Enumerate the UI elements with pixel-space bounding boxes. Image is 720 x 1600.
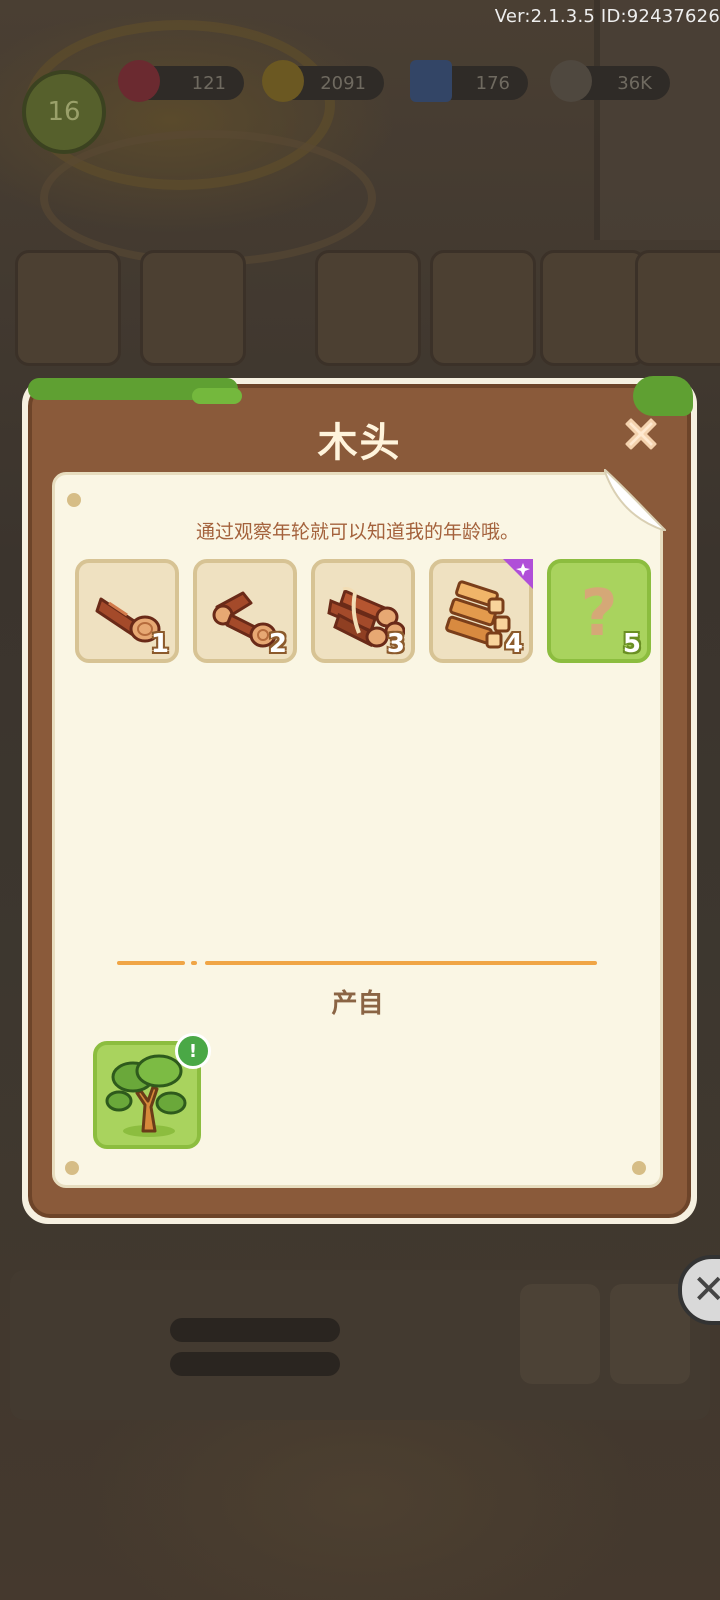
source-section-label: 产自 — [331, 989, 384, 1019]
item-slot-level-1[interactable]: 1 — [75, 559, 179, 663]
grass-decoration — [192, 388, 242, 404]
gem-value: 121 — [191, 72, 226, 94]
coin-counter[interactable]: 2091 — [262, 60, 384, 102]
close-button[interactable] — [613, 406, 669, 462]
gem-icon — [118, 60, 160, 102]
item-slot-level-3[interactable]: 3 — [311, 559, 415, 663]
dialog-title: 木头 — [317, 420, 402, 466]
background-warehouse-button — [520, 1284, 600, 1384]
background-card — [540, 250, 646, 366]
close-icon — [625, 418, 657, 450]
version-label: Ver:2.1.3.5 ID:92437626 — [494, 6, 720, 27]
seed-counter[interactable]: 36K — [550, 60, 670, 102]
background-card — [430, 250, 536, 366]
pin-icon — [65, 1161, 79, 1175]
background-card — [15, 250, 121, 366]
background-progress-bar — [170, 1318, 340, 1342]
coin-value: 2091 — [320, 72, 366, 94]
background-card — [635, 250, 720, 366]
energy-value: 176 — [475, 72, 510, 94]
item-level-number: 3 — [386, 629, 405, 659]
item-level-number: 5 — [622, 629, 641, 659]
pin-icon — [632, 1161, 646, 1175]
item-level-number: 4 — [504, 629, 523, 659]
background-card — [140, 250, 246, 366]
item-slot-level-5[interactable]: ? 5 — [547, 559, 651, 663]
item-slot-level-4[interactable]: 4 — [429, 559, 533, 663]
gem-counter[interactable]: 121 — [118, 60, 244, 102]
player-level-badge[interactable]: 16 — [22, 70, 106, 154]
item-level-number: 1 — [150, 629, 169, 659]
lightning-icon — [410, 60, 452, 102]
item-info-dialog: 木头 通过观察年轮就可以知道我的年龄哦。 1 2 3 4 ? 5 产自 ! — [22, 376, 697, 1224]
item-chain-list: 1 2 3 4 ? 5 — [75, 559, 655, 669]
background-progress-bar — [170, 1352, 340, 1376]
sparkle-badge-icon — [503, 559, 533, 589]
background-order-cards — [10, 250, 720, 370]
section-divider — [117, 961, 597, 965]
seed-icon — [550, 60, 592, 102]
item-level-number: 2 — [268, 629, 287, 659]
background-card — [315, 250, 421, 366]
coin-icon — [262, 60, 304, 102]
item-slot-level-2[interactable]: 2 — [193, 559, 297, 663]
background-table — [40, 130, 376, 266]
background-bottom-panel — [10, 1270, 710, 1420]
energy-counter[interactable]: 176 — [410, 60, 528, 102]
seed-value: 36K — [617, 72, 652, 94]
pin-icon — [67, 493, 81, 507]
dialog-frame: 木头 通过观察年轮就可以知道我的年龄哦。 1 2 3 4 ? 5 产自 ! — [28, 376, 693, 1218]
resource-bar: 16 121 2091 176 36K — [0, 40, 720, 154]
alert-badge-icon: ! — [175, 1033, 211, 1069]
item-description: 通过观察年轮就可以知道我的年龄哦。 — [195, 521, 519, 543]
source-item-tree[interactable]: ! — [93, 1033, 211, 1149]
dialog-content-paper: 通过观察年轮就可以知道我的年龄哦。 1 2 3 4 ? 5 产自 ! — [52, 469, 666, 1188]
